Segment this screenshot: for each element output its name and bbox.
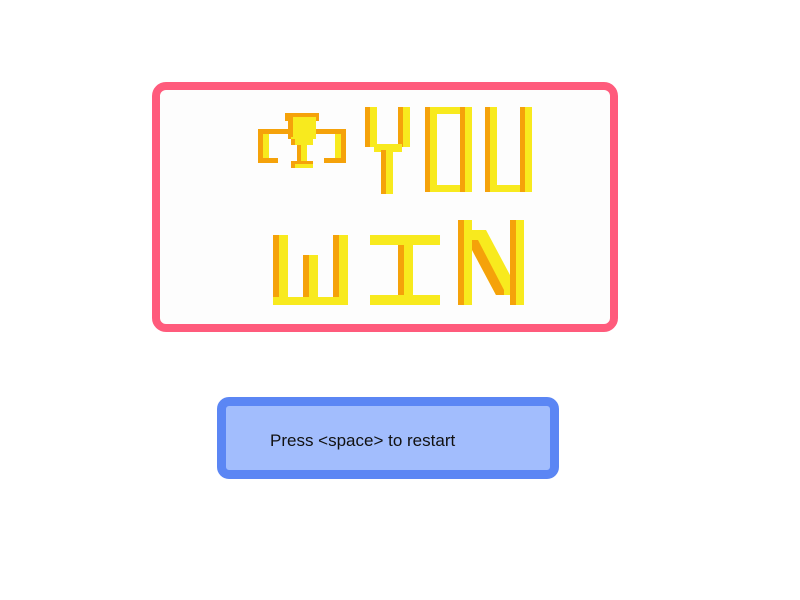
restart-prompt-text: Press <space> to restart — [270, 431, 456, 450]
win-banner: YOU WIN — [152, 82, 618, 332]
trophy-icon — [258, 113, 346, 168]
win-pixel-art — [258, 107, 532, 305]
you-pixel-letters — [365, 107, 532, 194]
win-pixel-letters — [273, 220, 524, 305]
restart-prompt: Press <space> to restart — [217, 397, 559, 479]
game-screen: YOU WIN — [0, 0, 800, 600]
